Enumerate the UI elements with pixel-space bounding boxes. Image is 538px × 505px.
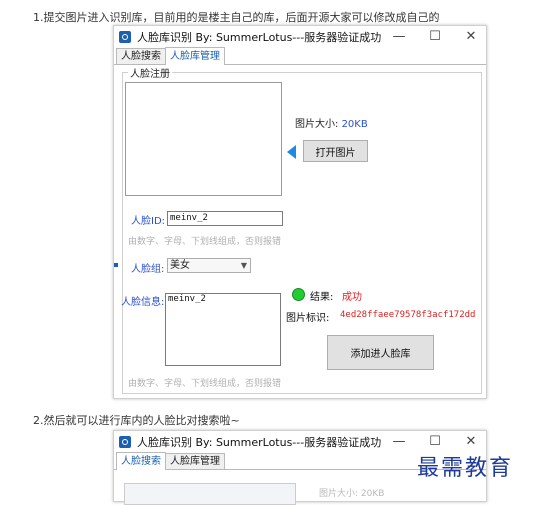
result-value: 成功 — [342, 292, 362, 303]
image-preview-box — [125, 82, 282, 196]
face-info-textarea[interactable]: meinv_2 — [165, 293, 281, 366]
face-group-value: 美女 — [170, 260, 190, 271]
app-icon — [119, 31, 131, 43]
minimize-icon[interactable]: — — [392, 29, 406, 44]
window-title: 人脸库识别 By: SummerLotus---服务器验证成功 — [137, 31, 382, 44]
chevron-down-icon: ▼ — [240, 261, 247, 270]
face-info-hint: 由数字、字母、下划线组成，否则报错 — [128, 379, 282, 389]
group-title: 人脸注册 — [128, 65, 172, 80]
image-id-value: 4ed28ffaee79578f3acf172dd8 — [340, 310, 475, 320]
window-controls-2: — ☐ ✕ — [392, 434, 478, 449]
image-size-label: 图片大小: — [295, 119, 339, 130]
tab-face-library[interactable]: 人脸库管理 — [165, 453, 225, 469]
maximize-icon[interactable]: ☐ — [428, 29, 442, 44]
result-label: 结果: — [310, 292, 334, 303]
face-group-label: 人脸组: — [131, 264, 165, 275]
tab-face-search[interactable]: 人脸搜索 — [116, 452, 166, 470]
doc-step1-text: 1.提交图片进入识别库，目前用的是楼主自己的库，后面开源大家可以修改成自己的 — [33, 11, 440, 24]
window-title-2: 人脸库识别 By: SummerLotus---服务器验证成功 — [137, 436, 382, 449]
minimize-icon[interactable]: — — [392, 434, 406, 449]
tab-face-library[interactable]: 人脸库管理 — [165, 47, 225, 65]
tab-face-search[interactable]: 人脸搜索 — [116, 48, 166, 64]
doc-step2-text: 2.然后就可以进行库内的人脸比对搜索啦~ — [33, 414, 240, 427]
face-id-hint: 由数字、字母、下划线组成，否则报错 — [128, 237, 282, 247]
image-size-label-2: 图片大小: 20KB — [319, 489, 385, 499]
face-id-label: 人脸ID: — [131, 216, 166, 227]
image-id-label: 图片标识: — [286, 313, 330, 324]
face-library-window: 人脸库识别 By: SummerLotus---服务器验证成功 — ☐ ✕ 人脸… — [113, 25, 487, 399]
title-bar: 人脸库识别 By: SummerLotus---服务器验证成功 — ☐ ✕ — [114, 26, 486, 48]
face-info-label: 人脸信息: — [121, 297, 165, 308]
arrow-left-icon — [287, 145, 296, 159]
face-group-select[interactable]: 美女 ▼ — [167, 258, 251, 273]
app-icon — [119, 436, 131, 448]
add-to-library-button[interactable]: 添加进人脸库 — [327, 335, 434, 370]
tab-strip: 人脸搜索 人脸库管理 — [114, 47, 486, 65]
maximize-icon[interactable]: ☐ — [428, 434, 442, 449]
close-icon[interactable]: ✕ — [464, 434, 478, 449]
close-icon[interactable]: ✕ — [464, 29, 478, 44]
image-preview-box-2 — [124, 483, 296, 505]
selection-marker — [114, 263, 118, 267]
image-size-readout: 图片大小: 20KB — [295, 115, 368, 130]
open-image-button[interactable]: 打开图片 — [303, 140, 368, 162]
window-controls: — ☐ ✕ — [392, 29, 478, 44]
status-led-icon — [292, 288, 305, 301]
image-size-value: 20KB — [341, 119, 368, 130]
face-id-input[interactable]: meinv_2 — [167, 211, 283, 226]
watermark-logo: 最需教育 — [417, 456, 514, 481]
